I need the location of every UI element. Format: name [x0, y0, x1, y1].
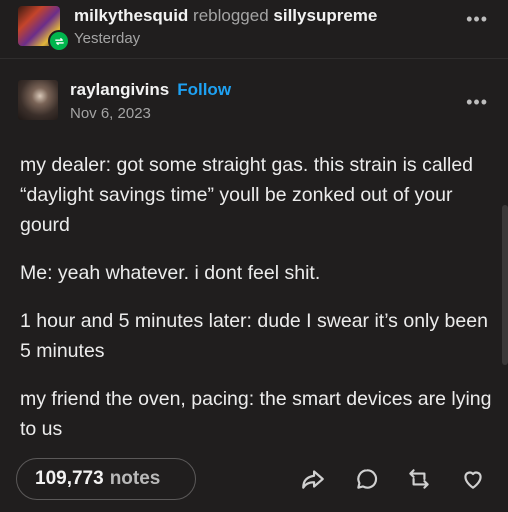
author-avatar[interactable] [18, 80, 58, 120]
reply-icon[interactable] [354, 466, 380, 492]
author-line: raylangivins Follow [70, 80, 231, 100]
source-blog-name[interactable]: sillysupreme [273, 6, 377, 25]
reblog-badge-icon [48, 30, 70, 52]
post-paragraph: my dealer: got some straight gas. this s… [20, 154, 474, 236]
notes-label: notes [109, 468, 161, 489]
more-dots-icon[interactable]: ••• [466, 93, 488, 111]
reblogger-name[interactable]: milkythesquid [74, 6, 188, 25]
divider [0, 58, 508, 59]
notes-button[interactable]: 109,773 notes [16, 458, 196, 500]
like-icon[interactable] [460, 466, 486, 492]
scrollbar[interactable] [502, 205, 508, 365]
notes-count: 109,773 [35, 468, 104, 489]
reblog-line: milkythesquid reblogged sillysupreme [74, 6, 377, 26]
share-icon[interactable] [300, 466, 326, 492]
reblog-action-text: reblogged [193, 6, 269, 25]
reblog-time: Yesterday [74, 30, 141, 47]
post-paragraph: my friend the oven, pacing: the smart de… [20, 388, 492, 440]
author-name[interactable]: raylangivins [70, 80, 169, 99]
post-paragraph: Me: yeah whatever. i dont feel shit. [20, 262, 321, 284]
post-paragraph: 1 hour and 5 minutes later: dude I swear… [20, 310, 488, 362]
reblog-icon[interactable] [406, 466, 432, 492]
post-body: my dealer: got some straight gas. this s… [20, 150, 495, 462]
follow-button[interactable]: Follow [177, 80, 231, 99]
reblog-header: milkythesquid reblogged sillysupreme Yes… [0, 0, 508, 58]
post-date: Nov 6, 2023 [70, 105, 151, 122]
more-dots-icon[interactable]: ••• [466, 10, 488, 28]
